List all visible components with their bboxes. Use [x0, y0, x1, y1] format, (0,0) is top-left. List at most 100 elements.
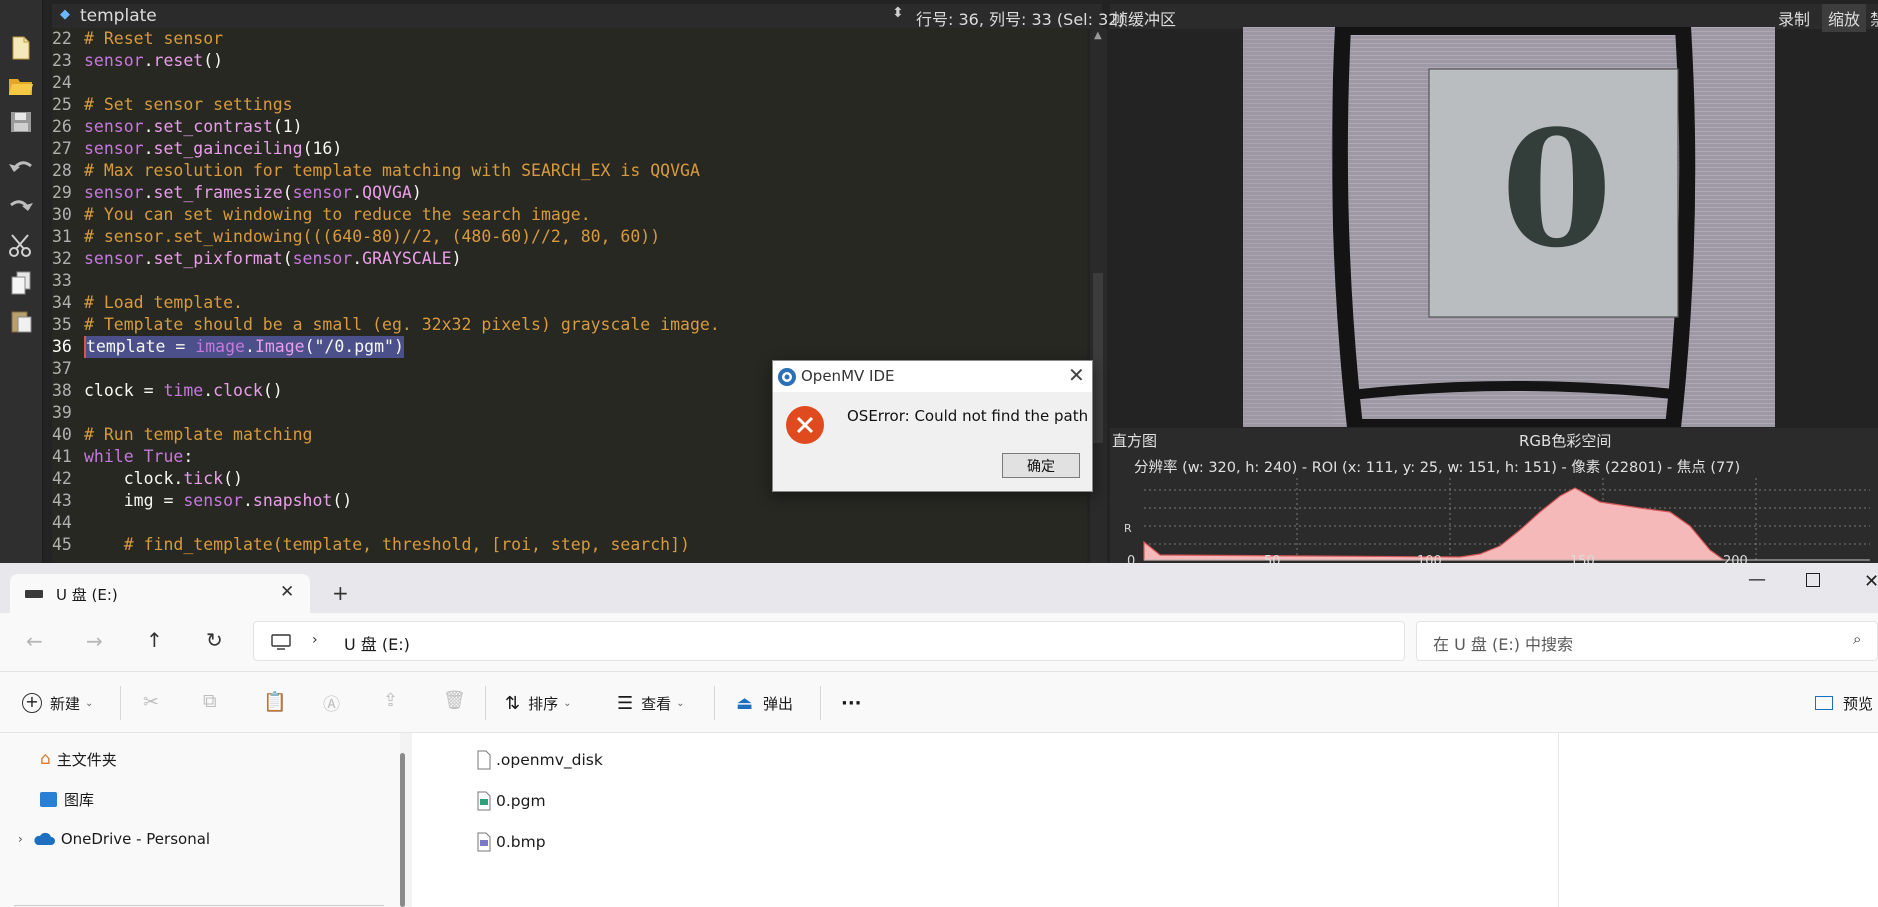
back-icon[interactable]: ← [26, 629, 43, 653]
explorer-tab[interactable]: U 盘 (E:) ✕ [10, 574, 310, 613]
file-row[interactable]: 0.pgm [476, 788, 546, 814]
code-line[interactable]: 45 # find_template(template, threshold, … [52, 534, 1087, 556]
line-number: 30 [52, 205, 72, 224]
divider [485, 686, 486, 720]
editor-tab-title[interactable]: template [80, 6, 157, 26]
code-line[interactable]: 25 # Set sensor settings [52, 94, 1087, 116]
zoom-button[interactable]: 缩放 [1822, 4, 1867, 32]
code-line[interactable]: 43 img = sensor.snapshot() [52, 490, 1087, 512]
code-text: # sensor.set_windowing(((640-80)//2, (48… [84, 227, 661, 246]
cut-icon[interactable] [6, 230, 36, 260]
save-icon[interactable] [6, 107, 36, 137]
eject-label: 弹出 [763, 694, 794, 713]
code-line[interactable]: 22 # Reset sensor [52, 28, 1087, 50]
line-number: 32 [52, 249, 72, 268]
nav-item-gallery[interactable]: 图库 [40, 787, 94, 811]
code-line[interactable]: 28 # Max resolution for template matching… [52, 160, 1087, 182]
more-options-button[interactable]: ··· [841, 672, 862, 734]
image-file-icon [477, 832, 491, 852]
expand-chevron-icon[interactable]: › [18, 832, 23, 846]
scrollbar-thumb[interactable] [1093, 273, 1103, 443]
address-bar[interactable]: › U 盘 (E:) [253, 621, 1405, 661]
record-button[interactable]: 录制 [1778, 6, 1810, 30]
code-text: # find_template(template, threshold, [ro… [84, 535, 690, 554]
scroll-up-icon[interactable]: ▲ [1094, 30, 1102, 41]
error-icon [786, 406, 824, 444]
copy-icon[interactable] [6, 268, 36, 298]
paste-icon[interactable] [6, 306, 36, 336]
maximize-icon[interactable] [1806, 573, 1820, 587]
sort-button[interactable]: ⇅ 排序 ⌄ [505, 672, 572, 734]
paste-icon[interactable]: 📋 [263, 690, 287, 713]
line-number: 35 [52, 315, 72, 334]
cut-icon[interactable]: ✂ [143, 691, 159, 713]
code-line[interactable]: 35 # Template should be a small (eg. 32x3… [52, 314, 1087, 336]
code-text: # Set sensor settings [84, 95, 293, 114]
divider [120, 686, 121, 720]
tab-dropdown-icon[interactable]: ⬍ [892, 5, 904, 21]
share-icon[interactable]: ⇪ [383, 690, 398, 711]
nav-item-onedrive[interactable]: › OneDrive - Personal [18, 827, 210, 851]
line-number: 22 [52, 29, 72, 48]
file-name: 0.bmp [496, 833, 546, 851]
ok-button[interactable]: 确定 [1002, 453, 1080, 478]
code-text: # You can set windowing to reduce the se… [84, 205, 591, 224]
rename-icon[interactable]: Ⓐ [323, 690, 340, 715]
new-tab-icon[interactable]: + [332, 581, 349, 605]
window-close-icon[interactable]: ✕ [1864, 571, 1878, 592]
line-number: 45 [52, 535, 72, 554]
code-line[interactable]: 32 sensor.set_pixformat(sensor.GRAYSCALE) [52, 248, 1087, 270]
forward-icon[interactable]: → [86, 629, 103, 653]
code-line[interactable]: 44 [52, 512, 1087, 534]
line-number: 33 [52, 271, 72, 290]
nav-item-home[interactable]: ⌂ 主文件夹 [40, 747, 117, 771]
code-text: # Template should be a small (eg. 32x32 … [84, 315, 720, 334]
tab-close-icon[interactable]: ✕ [280, 582, 294, 602]
colorspace-selector[interactable]: RGB色彩空间 [1519, 430, 1611, 451]
address-text: U 盘 (E:) [344, 635, 410, 654]
code-line[interactable]: 36 template = image.Image("/0.pgm") [52, 336, 1087, 358]
delete-icon[interactable]: 🗑 [443, 690, 466, 711]
new-file-icon[interactable] [6, 33, 36, 63]
search-icon[interactable]: ⌕ [1853, 630, 1861, 648]
up-icon[interactable]: ↑ [146, 628, 163, 652]
minimize-icon[interactable]: — [1748, 569, 1766, 590]
code-text: clock.tick() [84, 469, 243, 488]
code-line[interactable]: 34 # Load template. [52, 292, 1087, 314]
preview-pane-icon [1815, 696, 1833, 710]
file-list: .openmv_disk 0.pgm 0.bmp [412, 733, 1878, 907]
code-text: img = sensor.snapshot() [84, 491, 353, 510]
code-line[interactable]: 30 # You can set windowing to reduce the … [52, 204, 1087, 226]
eject-button[interactable]: ⏏ 弹出 [736, 672, 793, 734]
redo-icon[interactable] [6, 192, 36, 222]
nav-item-label: OneDrive - Personal [60, 830, 211, 848]
sort-icon: ⇅ [505, 692, 521, 714]
code-line[interactable]: 27 sensor.set_gainceiling(16) [52, 138, 1087, 160]
view-button[interactable]: ☰ 查看 ⌄ [617, 672, 685, 734]
nav-scrollbar[interactable] [400, 753, 405, 907]
code-line[interactable]: 33 [52, 270, 1087, 292]
code-line[interactable]: 29 sensor.set_framesize(sensor.QQVGA) [52, 182, 1087, 204]
preview-button[interactable]: 预览 [1815, 672, 1873, 734]
command-bar: + 新建 ⌄ ✂ ⧉ 📋 Ⓐ ⇪ 🗑 ⇅ 排序 ⌄ ☰ 查看 ⌄ ⏏ 弹出 ··… [0, 671, 1878, 733]
copy-icon[interactable]: ⧉ [203, 690, 217, 712]
refresh-icon[interactable]: ↻ [206, 628, 223, 652]
chevron-down-icon: ⌄ [563, 697, 572, 709]
eject-icon: ⏏ [736, 692, 754, 714]
undo-icon[interactable] [6, 153, 36, 183]
code-line[interactable]: 31 # sensor.set_windowing(((640-80)//2, (… [52, 226, 1087, 248]
close-icon[interactable]: ✕ [1068, 363, 1085, 387]
line-number: 26 [52, 117, 72, 136]
code-text: sensor.reset() [84, 51, 224, 70]
file-row[interactable]: 0.bmp [476, 829, 546, 855]
search-box[interactable]: 在 U 盘 (E:) 中搜索 ⌕ [1416, 621, 1878, 661]
file-name: .openmv_disk [496, 751, 603, 769]
code-line[interactable]: 23 sensor.reset() [52, 50, 1087, 72]
file-row[interactable]: .openmv_disk [476, 747, 603, 773]
code-line[interactable]: 26 sensor.set_contrast(1) [52, 116, 1087, 138]
code-line[interactable]: 24 [52, 72, 1087, 94]
nav-divider [14, 905, 384, 906]
new-button[interactable]: + 新建 ⌄ [22, 672, 93, 734]
disable-button[interactable]: 禁 [1870, 6, 1878, 30]
open-folder-icon[interactable] [6, 70, 36, 100]
